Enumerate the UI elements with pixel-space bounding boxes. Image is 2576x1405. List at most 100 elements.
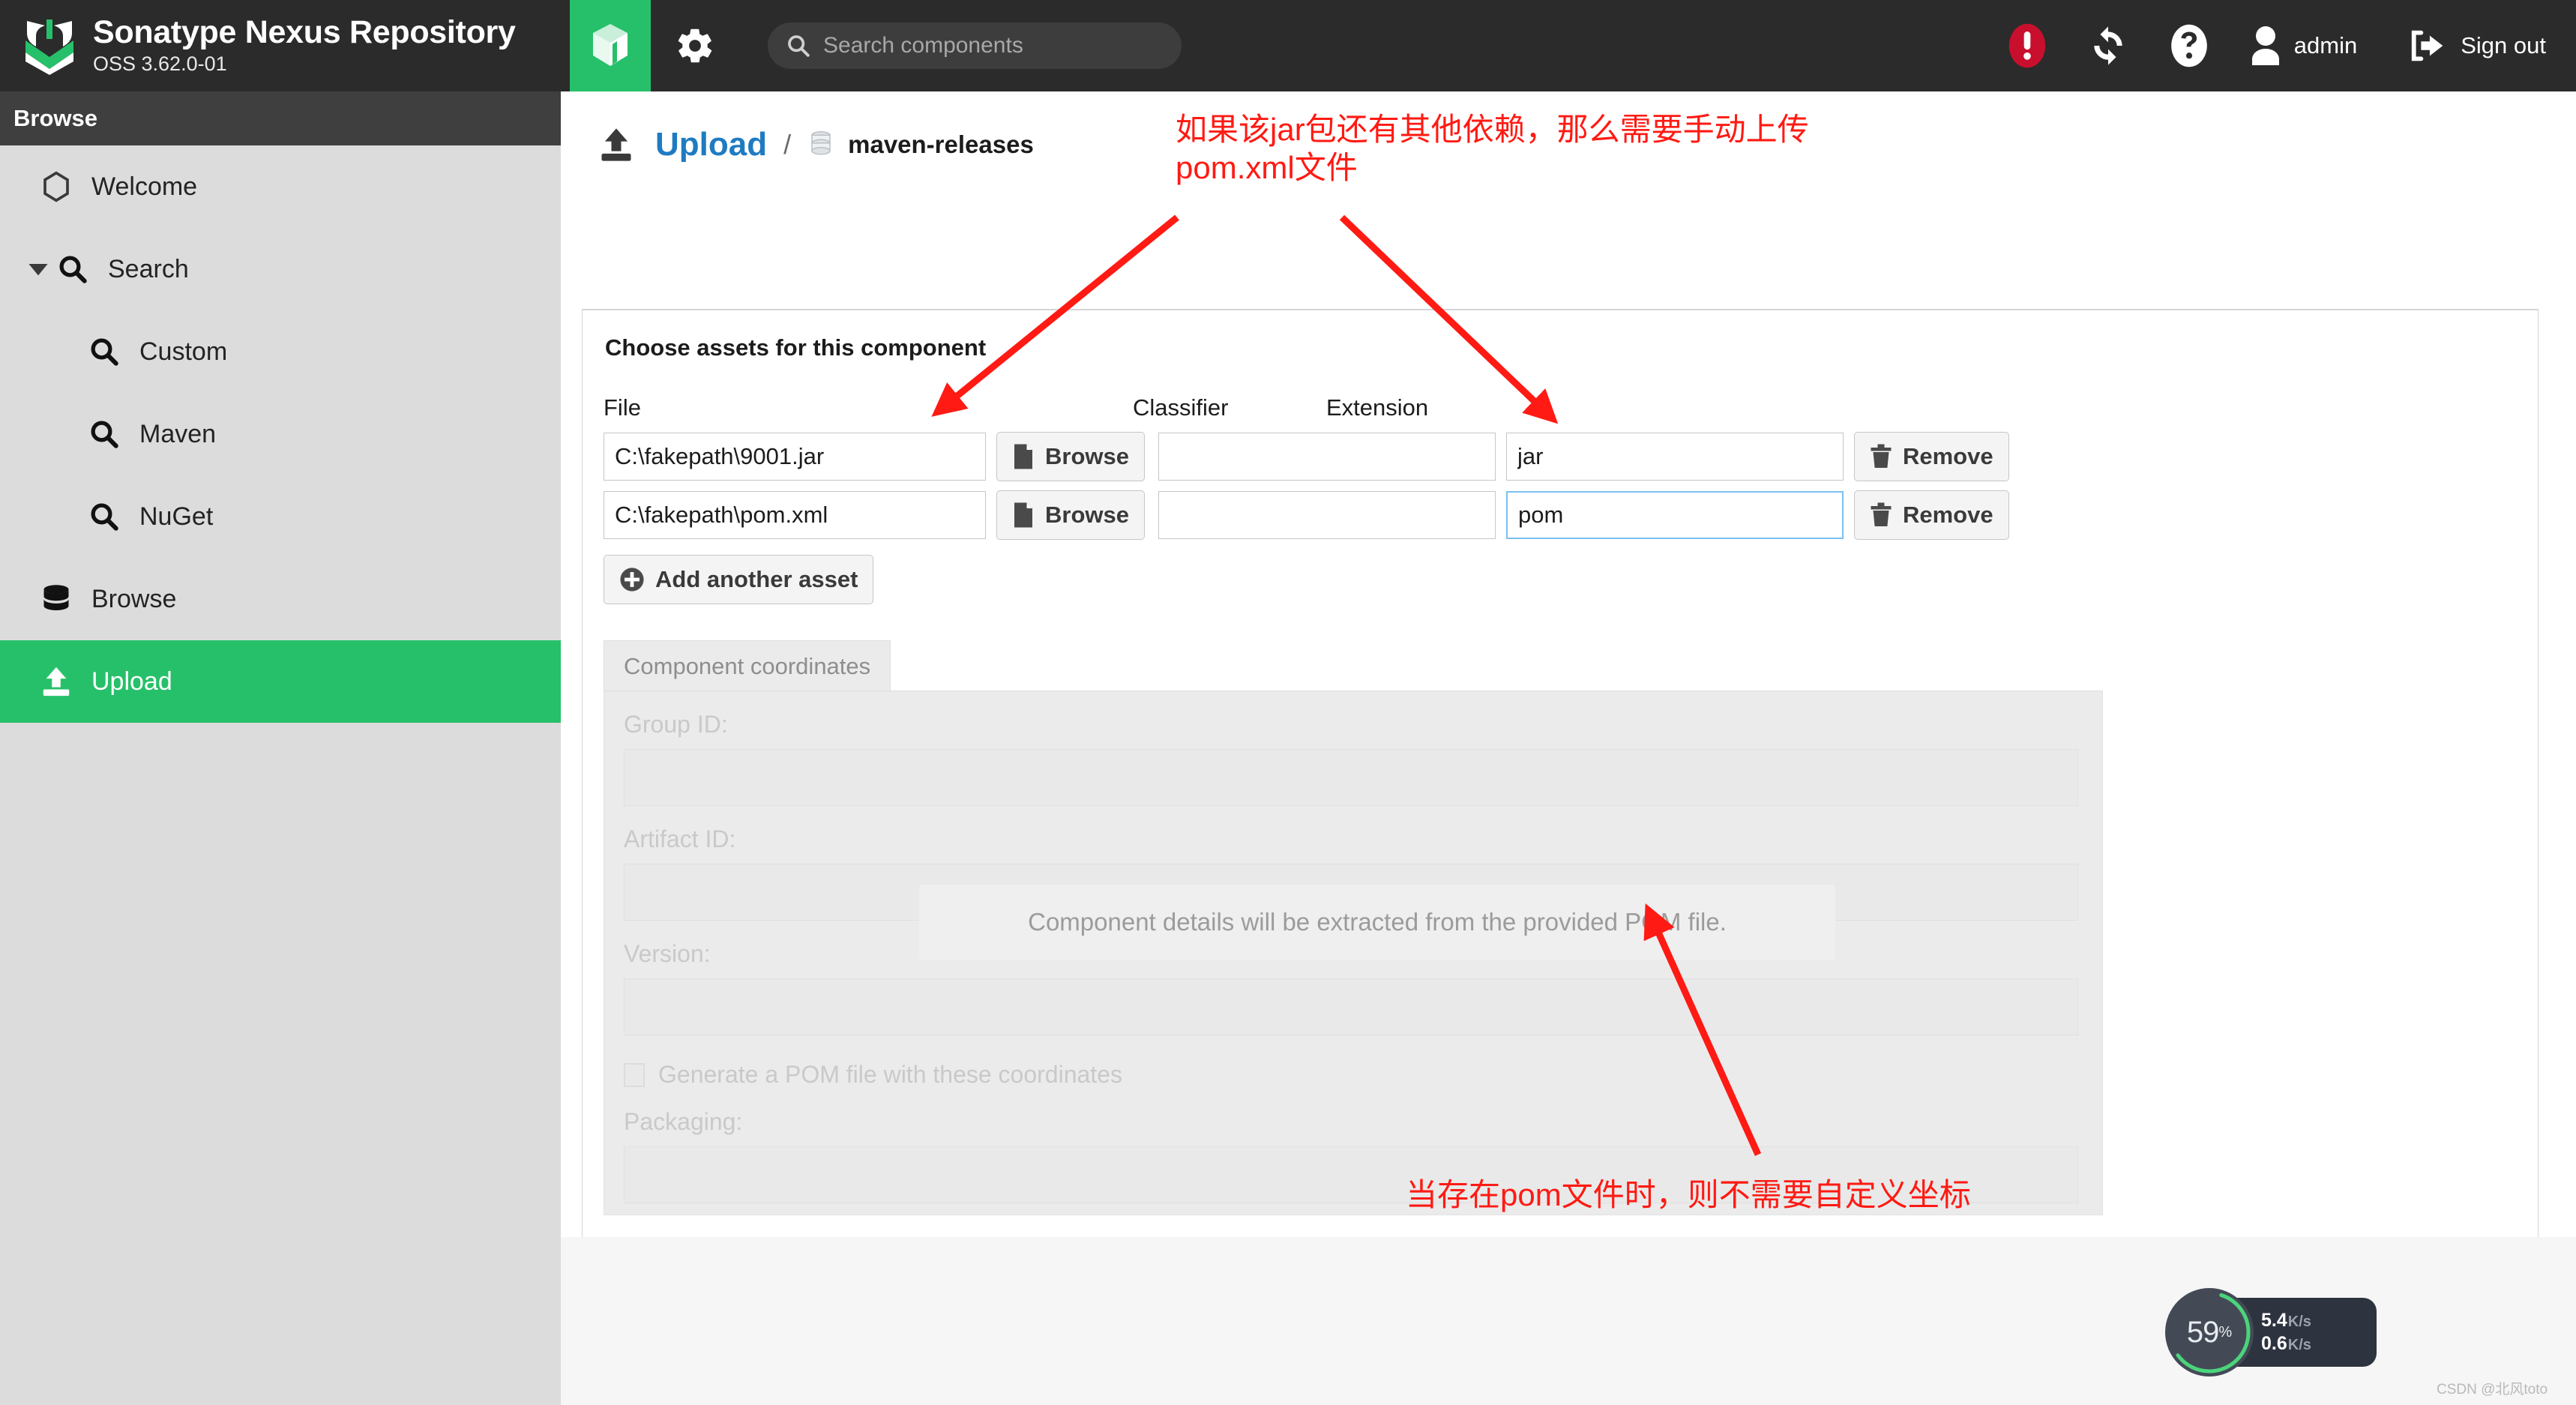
sign-out-icon	[2412, 30, 2443, 61]
topbar-right-group: admin Sign out	[1987, 0, 2576, 91]
generate-pom-checkbox-row[interactable]: Generate a POM file with these coordinat…	[604, 1035, 2102, 1089]
annotation-top: 如果该jar包还有其他依赖，那么需要手动上传 pom.xml文件	[1176, 112, 1809, 186]
panel-title: Choose assets for this component	[605, 334, 987, 361]
breadcrumb-repository[interactable]: maven-releases	[848, 130, 1034, 159]
upload-panel: Choose assets for this component File Cl…	[582, 309, 2539, 1306]
nexus-logo-icon	[25, 19, 73, 75]
add-asset-wrapper: Add another asset	[604, 555, 2538, 604]
cpu-usage-dial: 59 %	[2165, 1288, 2254, 1377]
gear-icon	[678, 28, 712, 63]
remove-button[interactable]: Remove	[1853, 432, 2009, 481]
search-icon	[52, 253, 93, 285]
sidebar-item-nuget[interactable]: NuGet	[0, 475, 561, 558]
repository-cube-button[interactable]	[570, 0, 651, 91]
tabstrip: Component coordinates	[604, 640, 2538, 691]
sidebar-item-custom[interactable]: Custom	[0, 310, 561, 393]
trash-icon	[1871, 502, 1892, 526]
settings-button[interactable]	[651, 0, 739, 91]
file-icon	[1014, 444, 1032, 469]
sidebar-item-welcome[interactable]: Welcome	[0, 145, 561, 228]
user-menu[interactable]: admin	[2230, 25, 2369, 67]
upload-icon	[36, 664, 76, 699]
brand-version: OSS 3.62.0-01	[93, 52, 227, 75]
watermark: CSDN @北风toto	[2437, 1382, 2548, 1398]
search-input[interactable]	[823, 33, 1161, 58]
group-id-input[interactable]	[624, 749, 2078, 806]
sidebar-item-label: Welcome	[91, 172, 198, 201]
file-icon	[1014, 502, 1032, 528]
sidebar-item-label: NuGet	[139, 502, 214, 531]
search-icon	[84, 501, 124, 532]
brand-title: Sonatype Nexus Repository	[93, 14, 516, 51]
browse-label: Browse	[1045, 502, 1129, 528]
pom-extraction-message: Component details will be extracted from…	[919, 885, 1835, 960]
dial-ring	[2168, 1291, 2251, 1374]
download-speed-row: 0.6 K/s	[2261, 1333, 2377, 1355]
alert-icon	[2008, 23, 2045, 68]
help-icon	[2170, 24, 2207, 67]
remove-label: Remove	[1902, 443, 1993, 469]
breadcrumb-title[interactable]: Upload	[655, 126, 767, 163]
upload-speed-row: 5.4 K/s	[2261, 1310, 2377, 1332]
chevron-down-icon	[25, 262, 51, 277]
upload-icon	[597, 125, 636, 164]
browse-button[interactable]: Browse	[996, 490, 1145, 540]
sidebar-item-label: Search	[108, 254, 189, 283]
extension-input[interactable]	[1505, 433, 1844, 481]
add-asset-label: Add another asset	[655, 566, 858, 592]
plus-circle-icon	[620, 568, 644, 592]
tab-component-coordinates[interactable]: Component coordinates	[604, 640, 891, 691]
group-id-label: Group ID:	[624, 711, 728, 738]
refresh-icon	[2094, 26, 2122, 65]
trash-icon	[1871, 444, 1892, 468]
sidebar-item-maven[interactable]: Maven	[0, 393, 561, 475]
sidebar-item-browse[interactable]: Browse	[0, 558, 561, 640]
version-input[interactable]	[624, 978, 2078, 1035]
database-icon	[36, 583, 76, 616]
file-path-input[interactable]	[604, 433, 986, 481]
column-header-extension: Extension	[1326, 394, 1429, 421]
generate-pom-label: Generate a POM file with these coordinat…	[658, 1061, 1122, 1088]
sidebar-item-upload[interactable]: Upload	[0, 640, 561, 723]
help-button[interactable]	[2149, 0, 2230, 91]
hexagon-icon	[36, 170, 76, 203]
sidebar-item-search[interactable]: Search	[0, 228, 561, 310]
avatar-icon	[2251, 26, 2279, 65]
sidebar-item-label: Custom	[139, 337, 228, 366]
alert-button[interactable]	[1987, 0, 2068, 91]
asset-table-header: File Classifier Extension	[604, 394, 2538, 421]
add-another-asset-button[interactable]: Add another asset	[604, 555, 874, 604]
sign-out-label: Sign out	[2461, 32, 2546, 58]
group-id-field: Group ID:	[604, 691, 2102, 806]
table-row: Browse Remove	[604, 490, 2538, 540]
table-row: Browse Remove	[604, 432, 2538, 481]
remove-button[interactable]: Remove	[1853, 490, 2009, 540]
file-path-input[interactable]	[604, 491, 986, 539]
packaging-label: Packaging:	[624, 1108, 743, 1135]
artifact-id-label: Artifact ID:	[624, 825, 736, 852]
browse-button[interactable]: Browse	[996, 432, 1145, 481]
sidebar-item-label: Browse	[91, 584, 177, 613]
breadcrumb-separator: /	[783, 129, 792, 160]
upload-speed-unit: K/s	[2287, 1314, 2311, 1330]
asset-table: File Classifier Extension Browse	[604, 394, 2538, 540]
browse-label: Browse	[1045, 443, 1129, 469]
classifier-input[interactable]	[1158, 433, 1496, 481]
extension-input[interactable]	[1505, 491, 1844, 539]
sidebar: Browse Welcome Search Custom Maven NuGet…	[0, 91, 561, 1405]
search-components-box[interactable]	[768, 22, 1182, 69]
column-header-file: File	[604, 394, 641, 421]
classifier-input[interactable]	[1158, 491, 1496, 539]
remove-label: Remove	[1902, 502, 1993, 528]
cube-icon	[593, 24, 628, 66]
sign-out-button[interactable]: Sign out	[2369, 28, 2549, 64]
top-header-bar: Sonatype Nexus Repository OSS 3.62.0-01	[0, 0, 2576, 91]
refresh-button[interactable]	[2068, 0, 2149, 91]
sidebar-item-label: Upload	[91, 667, 172, 696]
download-speed-unit: K/s	[2287, 1337, 2311, 1353]
database-icon	[807, 130, 834, 160]
generate-pom-checkbox[interactable]	[624, 1062, 645, 1087]
upload-speed-value: 5.4	[2261, 1310, 2287, 1331]
search-icon	[84, 336, 124, 367]
sidebar-header: Browse	[0, 91, 561, 145]
